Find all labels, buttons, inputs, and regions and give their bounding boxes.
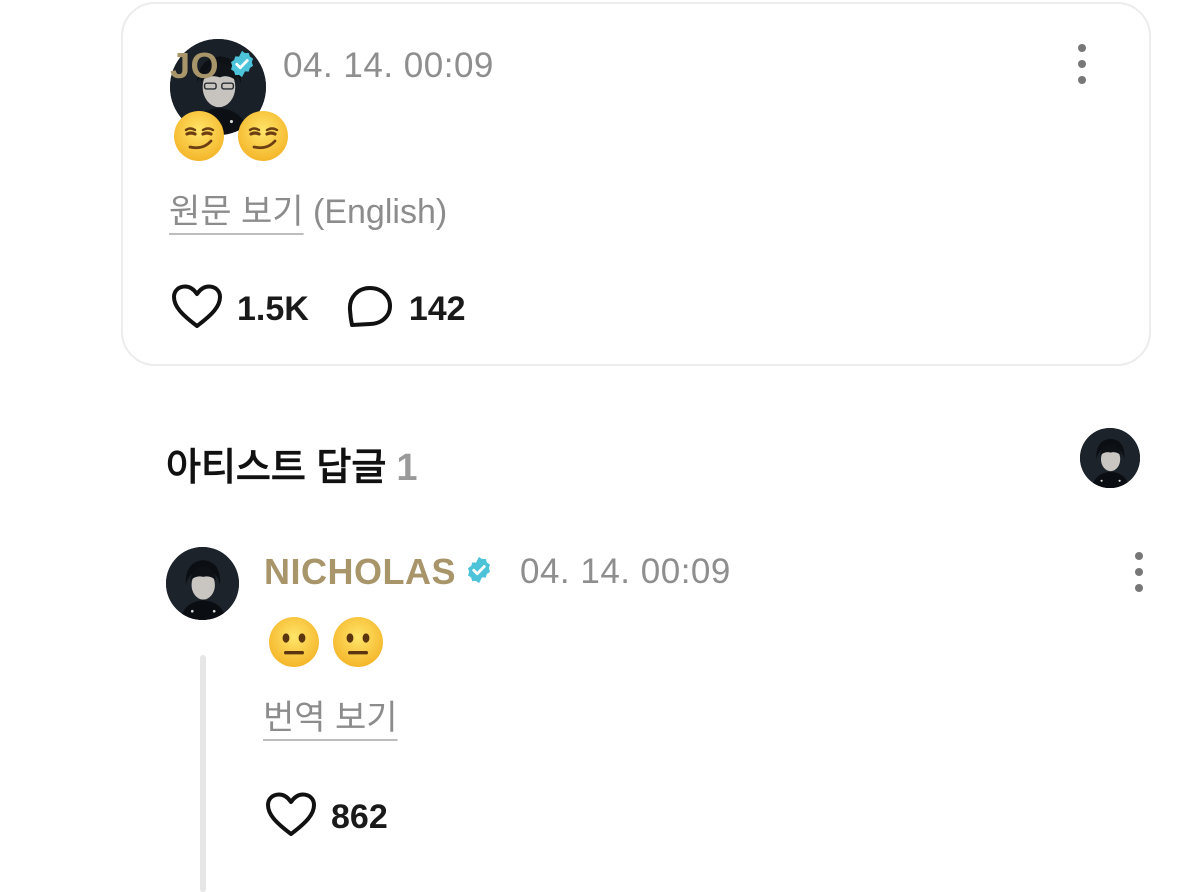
reply-author-name[interactable]: NICHOLAS — [264, 551, 456, 593]
reply-thread-line — [200, 655, 206, 892]
post-like-count: 1.5K — [237, 290, 309, 328]
smirk-face-emoji-icon — [173, 110, 225, 162]
post-stats: 1.5K 142 — [171, 284, 466, 335]
verified-badge-icon — [227, 49, 257, 84]
reply-author-avatar[interactable] — [166, 547, 239, 620]
post-content — [173, 110, 289, 162]
view-original-label[interactable]: 원문 보기 — [169, 193, 304, 231]
weverse-comment-view: JO 04. 14. 00:09 원문 보기 (English) 1.5K 14… — [0, 0, 1200, 892]
smirk-face-emoji-icon — [237, 110, 289, 162]
view-original-link[interactable]: 원문 보기 (English) — [169, 184, 447, 233]
post-author-row: JO 04. 14. 00:09 — [170, 44, 494, 88]
view-translation-label[interactable]: 번역 보기 — [263, 699, 398, 737]
artist-replies-header: 아티스트 답글 1 — [166, 436, 417, 491]
view-translation-link[interactable]: 번역 보기 — [263, 690, 398, 739]
post-author-name[interactable]: JO — [170, 45, 219, 87]
reply-like-count: 862 — [331, 798, 388, 836]
reply-more-options-icon[interactable] — [1131, 552, 1147, 592]
comment-button[interactable]: 142 — [345, 284, 466, 335]
original-language-label: (English) — [303, 193, 448, 231]
artist-replies-count: 1 — [396, 447, 418, 489]
post-timestamp: 04. 14. 00:09 — [283, 46, 494, 85]
heart-icon[interactable] — [265, 792, 317, 843]
artist-replies-title: 아티스트 답글 — [166, 447, 387, 489]
reply-author-row: NICHOLAS 04. 14. 00:09 — [264, 550, 731, 594]
comment-bubble-icon[interactable] — [345, 284, 395, 335]
artist-reply-avatar[interactable] — [1080, 428, 1140, 488]
reply-stats: 862 — [265, 792, 388, 843]
post-card: JO 04. 14. 00:09 원문 보기 (English) 1.5K 14… — [121, 2, 1151, 366]
post-comment-count: 142 — [408, 290, 466, 328]
verified-badge-icon — [464, 555, 494, 590]
reply-timestamp: 04. 14. 00:09 — [520, 552, 731, 591]
post-more-options-icon[interactable] — [1074, 44, 1090, 84]
neutral-face-emoji-icon — [332, 616, 384, 668]
heart-icon[interactable] — [171, 284, 223, 335]
neutral-face-emoji-icon — [268, 616, 320, 668]
reply-content — [268, 616, 384, 668]
